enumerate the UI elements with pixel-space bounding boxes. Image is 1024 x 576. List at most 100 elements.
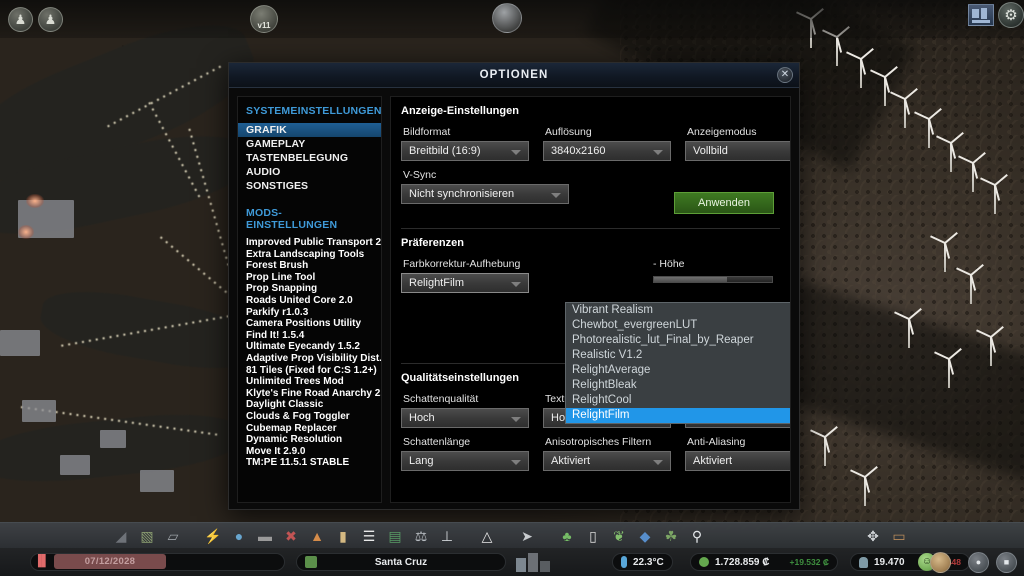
sidebar-mod-item[interactable]: Camera Positions Utility <box>238 318 381 330</box>
demand-bars[interactable] <box>516 553 562 572</box>
combo-schattenqualitaet[interactable]: Hoch <box>401 408 529 428</box>
forest-brush-icon[interactable]: ☘ <box>658 523 684 549</box>
infoview-version-chip[interactable]: v11 <box>250 5 278 33</box>
dropdown-option[interactable]: Chewbot_evergreenLUT <box>566 318 790 333</box>
chirper-icon[interactable]: ● <box>968 552 989 573</box>
combo-aufloesung[interactable]: 3840x2160 <box>543 141 671 161</box>
dropdown-option-selected[interactable]: RelightFilm <box>566 408 790 423</box>
combo-farbkorrektur[interactable]: RelightFilm <box>401 273 529 293</box>
sidebar-item-grafik[interactable]: GRAFIK <box>238 123 381 137</box>
dropdown-option[interactable]: Photorealistic_lut_Final_by_Reaper <box>566 333 790 348</box>
info-icon[interactable]: ■ <box>996 552 1017 573</box>
building <box>22 400 56 422</box>
district-icon[interactable]: ▱ <box>160 523 186 549</box>
building-light <box>18 225 34 239</box>
field-schattenqualitaet: Schattenqualität Hoch <box>401 393 529 428</box>
sidebar-mod-item[interactable]: Parkify r1.0.3 <box>238 307 381 319</box>
transport-icon[interactable]: ▤ <box>382 523 408 549</box>
dropdown-option[interactable]: RelightBleak <box>566 378 790 393</box>
sidebar-mod-item[interactable]: Daylight Classic <box>238 399 381 411</box>
apply-button[interactable]: Anwenden <box>674 192 774 214</box>
build-toolbar[interactable]: ◢ ▧ ▱ ⚡ ● ▬ ✖ ▲ ▮ ☰ ▤ ⚖ ⊥ △ ➤ ♣ ▯ ❦ ◆ ☘ … <box>0 522 1024 548</box>
sidebar-mod-item[interactable]: Prop Line Tool <box>238 272 381 284</box>
sidebar-mod-item[interactable]: Unlimited Trees Mod <box>238 376 381 388</box>
combo-anisotropisches-filtern[interactable]: Aktiviert <box>543 451 671 471</box>
sidebar-mod-item[interactable]: Clouds & Fog Toggler <box>238 411 381 423</box>
pause-icon[interactable]: ▐▌ <box>34 555 50 567</box>
close-icon[interactable]: ✕ <box>777 67 793 83</box>
sidebar-mod-item[interactable]: 81 Tiles (Fixed for C:S 1.2+) <box>238 365 381 377</box>
sidebar-mod-item[interactable]: TM:PE 11.5.1 STABLE <box>238 457 381 469</box>
demand-bar-residential <box>516 558 526 572</box>
healthcare-icon[interactable]: ✖ <box>278 523 304 549</box>
water-icon[interactable]: ● <box>226 523 252 549</box>
sidebar-mod-item[interactable]: Improved Public Transport 2 <box>238 237 381 249</box>
sidebar-mod-item[interactable]: Klyte's Fine Road Anarchy 2. <box>238 388 381 400</box>
dropdown-option[interactable]: Vibrant Realism <box>566 303 790 318</box>
dropdown-option[interactable]: Realistic V1.2 <box>566 348 790 363</box>
sidebar-mod-item[interactable]: Cubemap Replacer <box>238 423 381 435</box>
field-label-aufloesung: Auflösung <box>545 126 592 138</box>
sidebar-mod-item[interactable]: Roads United Core 2.0 <box>238 295 381 307</box>
combo-schattenlaenge[interactable]: Lang <box>401 451 529 471</box>
options-titlebar[interactable]: OPTIONEN ✕ <box>229 63 799 88</box>
tmpe-icon[interactable]: ▭ <box>886 523 912 549</box>
display-field-row-1: Bildformat Breitbild (16:9) Auflösung 38… <box>401 126 790 161</box>
sidebar-mod-item[interactable]: Prop Snapping <box>238 283 381 295</box>
landscaping-icon[interactable]: △ <box>474 523 500 549</box>
hoehe-slider[interactable] <box>653 276 773 283</box>
education-icon[interactable]: ☰ <box>356 523 382 549</box>
combo-anti-aliasing[interactable]: Aktiviert <box>685 451 790 471</box>
terrain-brush-icon[interactable]: ➤ <box>514 523 540 549</box>
sidebar-mod-item[interactable]: Ultimate Eyecandy 1.5.2 <box>238 341 381 353</box>
field-label-hoehe: - Höhe <box>653 258 685 270</box>
move-it-icon[interactable]: ✥ <box>860 523 886 549</box>
dropdown-option[interactable]: RelightCool <box>566 393 790 408</box>
sidebar-mod-item[interactable]: Extra Landscaping Tools <box>238 249 381 261</box>
divider <box>401 228 780 229</box>
unlock-icon[interactable] <box>930 552 951 573</box>
sidebar-item-gameplay[interactable]: GAMEPLAY <box>238 137 381 151</box>
roads-icon[interactable]: ▯ <box>580 523 606 549</box>
sidebar-item-audio[interactable]: AUDIO <box>238 165 381 179</box>
minimap-icon[interactable] <box>968 4 994 26</box>
police-icon[interactable]: ▮ <box>330 523 356 549</box>
zoning-glyph: ▧ <box>140 527 154 544</box>
population-pill[interactable]: 19.470 -448 <box>850 553 970 571</box>
money-pill[interactable]: 1.728.859 ₡ +19.532 ₡ <box>690 553 838 571</box>
gear-icon[interactable]: ⚙ <box>998 2 1024 28</box>
citizen-info-icon[interactable]: ♟ <box>38 7 63 32</box>
demand-bar-industrial <box>540 561 550 572</box>
combo-anzeigemodus[interactable]: Vollbild <box>685 141 790 161</box>
parks-icon[interactable]: ♣ <box>554 523 580 549</box>
electricity-icon[interactable]: ⚡ <box>200 523 226 549</box>
search-icon[interactable]: ⚲ <box>684 523 710 549</box>
dropdown-option[interactable]: RelightAverage <box>566 363 790 378</box>
garbage-icon[interactable]: ▬ <box>252 523 278 549</box>
temperature-pill: 22.3°C <box>612 553 673 571</box>
citizen-happiness-icon[interactable]: ♟ <box>8 7 33 32</box>
firedepartment-icon[interactable]: ▲ <box>304 523 330 549</box>
decoration-icon[interactable]: ❦ <box>606 523 632 549</box>
sidebar-mod-item[interactable]: Adaptive Prop Visibility Dist. <box>238 353 381 365</box>
combo-bildformat[interactable]: Breitbild (16:9) <box>401 141 529 161</box>
sidebar-mod-item[interactable]: Find It! 1.5.4 <box>238 330 381 342</box>
zoning-icon[interactable]: ▧ <box>134 523 160 549</box>
bulldozer-icon[interactable]: ◢ <box>108 523 134 549</box>
sidebar-item-tastenbelegung[interactable]: TASTENBELEGUNG <box>238 151 381 165</box>
combo-vsync[interactable]: Nicht synchronisieren <box>401 184 569 204</box>
options-sidebar[interactable]: SYSTEMEINSTELLUNGEN GRAFIK GAMEPLAY TAST… <box>237 96 382 503</box>
building <box>0 330 40 356</box>
section-title-display: Anzeige-Einstellungen <box>401 105 519 117</box>
sidebar-item-sonstiges[interactable]: SONSTIGES <box>238 179 381 193</box>
color-correction-dropdown[interactable]: Vibrant Realism Chewbot_evergreenLUT Pho… <box>565 302 790 424</box>
garbage-glyph: ▬ <box>258 527 272 544</box>
monuments-icon[interactable]: ⊥ <box>434 523 460 549</box>
sidebar-mod-item[interactable]: Move It 2.9.0 <box>238 446 381 458</box>
chevron-down-icon <box>653 460 663 465</box>
economy-icon[interactable]: ⚖ <box>408 523 434 549</box>
city-name-pill[interactable]: Santa Cruz <box>296 553 506 571</box>
water-structures-icon[interactable]: ◆ <box>632 523 658 549</box>
sidebar-mod-item[interactable]: Dynamic Resolution <box>238 434 381 446</box>
sidebar-mod-item[interactable]: Forest Brush <box>238 260 381 272</box>
